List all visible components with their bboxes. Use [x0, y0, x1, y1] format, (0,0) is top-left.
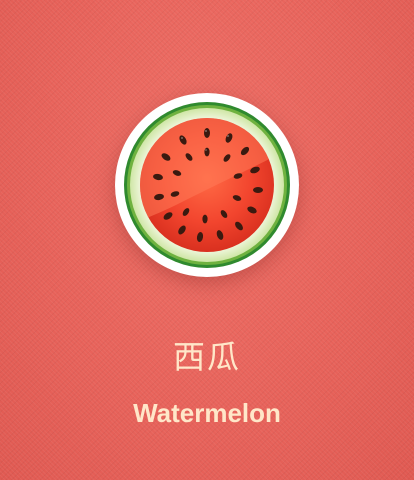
fruit-name-english: Watermelon: [133, 398, 281, 428]
watermelon-illustration: [115, 93, 299, 277]
watermelon-slice-icon[interactable]: [112, 90, 302, 280]
fruit-card-screen: 西瓜 Watermelon: [0, 0, 414, 480]
fruit-name-chinese: 西瓜: [172, 338, 241, 376]
